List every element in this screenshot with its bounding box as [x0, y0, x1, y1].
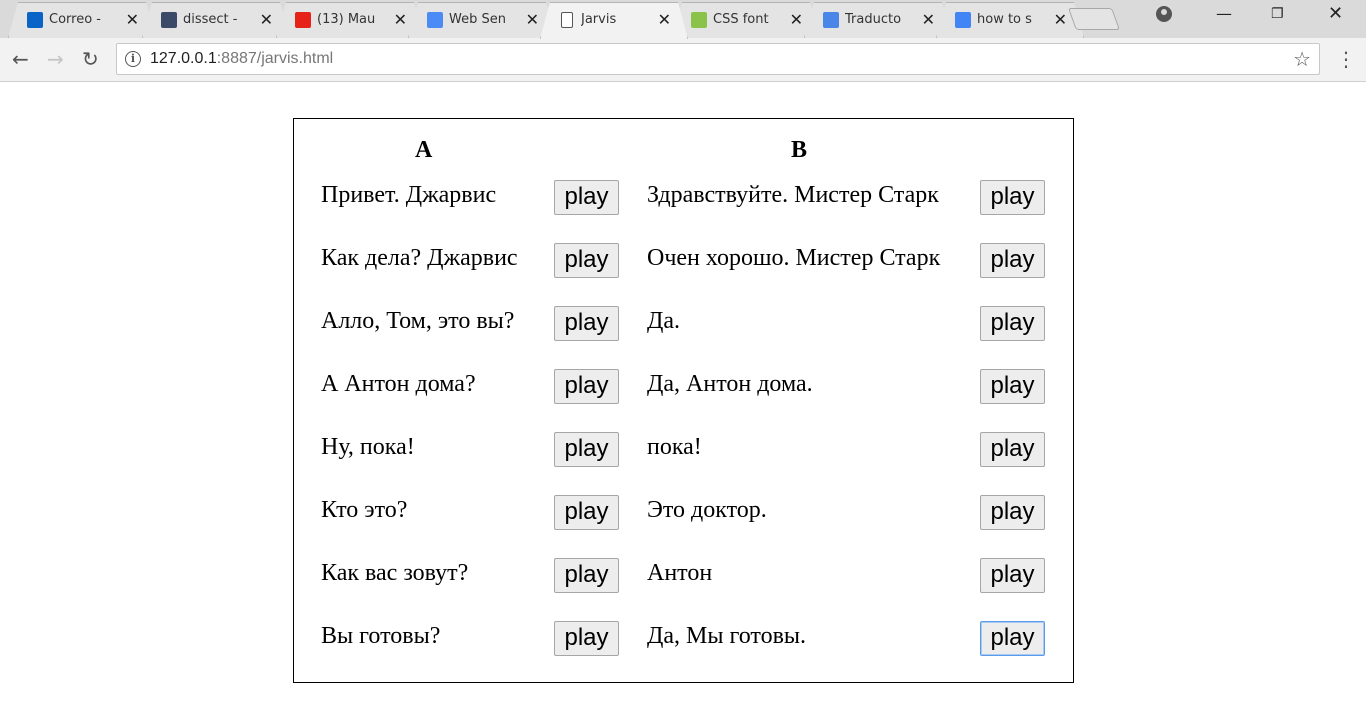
play-button-a[interactable]: play	[554, 558, 619, 593]
latex-icon	[161, 12, 177, 28]
new-tab-button[interactable]	[1067, 8, 1121, 30]
phrase-a: А Антон дома?	[321, 371, 476, 397]
restore-icon[interactable]: ❐	[1271, 6, 1284, 22]
browser-tab[interactable]: Correo - ✕	[8, 2, 156, 38]
url-host: 127.0.0.1	[150, 50, 217, 67]
tab-title: Correo -	[49, 12, 101, 27]
forward-icon[interactable]: →	[47, 47, 64, 71]
google-icon	[955, 12, 971, 28]
play-button-b[interactable]: play	[980, 495, 1045, 530]
tab-title: Traducto	[845, 12, 902, 27]
play-button-b[interactable]: play	[980, 180, 1045, 215]
google-translate-icon	[823, 12, 839, 28]
tab-title: CSS font	[713, 12, 769, 27]
play-button-a[interactable]: play	[554, 621, 619, 656]
tab-title: Jarvis	[581, 12, 617, 27]
phrase-b: Да, Мы готовы.	[647, 623, 807, 649]
play-button-a[interactable]: play	[554, 369, 619, 404]
tab-title: Web Sen	[449, 12, 506, 27]
phrase-b: Очен хорошо. Мистер Старк	[647, 245, 941, 271]
w3schools-icon	[691, 12, 707, 28]
browser-tab[interactable]: Web Sen ✕	[408, 2, 556, 38]
tab-close-icon[interactable]: ✕	[260, 10, 273, 29]
dialogue-panel: A B Привет. Джарвис play Здравствуйте. Мис…	[293, 118, 1074, 683]
tab-strip: Correo - ✕ dissect - ✕ (13) Mau ✕ Web Sen ✕ Jarv…	[0, 0, 1366, 38]
phrase-a: Привет. Джарвис	[321, 182, 497, 208]
profile-icon[interactable]	[1156, 6, 1172, 22]
bookmark-star-icon[interactable]: ☆	[1293, 47, 1311, 71]
tab-title: how to s	[977, 12, 1032, 27]
tab-close-icon[interactable]: ✕	[790, 10, 803, 29]
play-button-b[interactable]: play	[980, 243, 1045, 278]
play-button-b[interactable]: play	[980, 621, 1045, 656]
close-window-icon[interactable]: ✕	[1328, 3, 1343, 24]
phrase-b: Да.	[647, 308, 681, 334]
play-button-a[interactable]: play	[554, 180, 619, 215]
phrase-a: Вы готовы?	[321, 623, 441, 649]
more-menu-icon[interactable]: ⋮	[1336, 47, 1356, 71]
browser-tab[interactable]: how to s ✕	[936, 2, 1084, 38]
browser-tab[interactable]: CSS font ✕	[672, 2, 820, 38]
play-button-b[interactable]: play	[980, 558, 1045, 593]
outlook-icon	[27, 12, 43, 28]
play-button-b[interactable]: play	[980, 369, 1045, 404]
phrase-a: Кто это?	[321, 497, 408, 523]
phrase-b: Это доктор.	[647, 497, 767, 523]
column-header-b: B	[791, 137, 808, 163]
phrase-b: Да, Антон дома.	[647, 371, 813, 397]
chrome-web-store-icon	[427, 12, 443, 28]
play-button-a[interactable]: play	[554, 306, 619, 341]
tab-title: (13) Mau	[317, 12, 376, 27]
phrase-a: Как вас зовут?	[321, 560, 469, 586]
browser-tab[interactable]: Jarvis ✕	[540, 2, 688, 39]
play-button-b[interactable]: play	[980, 306, 1045, 341]
phrase-a: Алло, Том, это вы?	[321, 308, 515, 334]
url-path: :8887/jarvis.html	[216, 50, 334, 67]
play-button-a[interactable]: play	[554, 243, 619, 278]
reload-icon[interactable]: ↻	[82, 47, 99, 71]
youtube-icon	[295, 12, 311, 28]
phrase-a: Как дела? Джарвис	[321, 245, 518, 271]
browser-tab[interactable]: (13) Mau ✕	[276, 2, 424, 38]
play-button-b[interactable]: play	[980, 432, 1045, 467]
phrase-b: пока!	[647, 434, 702, 460]
browser-tab[interactable]: dissect - ✕	[142, 2, 290, 38]
minimize-icon[interactable]: —	[1216, 4, 1232, 23]
info-icon[interactable]: i	[125, 51, 141, 67]
tab-close-icon[interactable]: ✕	[526, 10, 539, 29]
tab-close-icon[interactable]: ✕	[658, 10, 671, 29]
address-bar[interactable]: i 127.0.0.1:8887/jarvis.html ☆	[116, 43, 1320, 75]
tab-close-icon[interactable]: ✕	[1054, 10, 1067, 29]
play-button-a[interactable]: play	[554, 432, 619, 467]
page-icon	[561, 12, 573, 28]
phrase-a: Ну, пока!	[321, 434, 415, 460]
column-header-a: A	[415, 137, 433, 163]
url-text: 127.0.0.1:8887/jarvis.html	[150, 50, 333, 68]
tab-close-icon[interactable]: ✕	[922, 10, 935, 29]
page-content: A B Привет. Джарвис play Здравствуйте. Мис…	[0, 83, 1366, 718]
tab-title: dissect -	[183, 12, 238, 27]
browser-toolbar: ← → ↻ i 127.0.0.1:8887/jarvis.html ☆ ⋮	[0, 38, 1366, 82]
browser-tab[interactable]: Traducto ✕	[804, 2, 952, 38]
back-icon[interactable]: ←	[12, 47, 29, 71]
play-button-a[interactable]: play	[554, 495, 619, 530]
phrase-b: Здравствуйте. Мистер Старк	[647, 182, 939, 208]
tab-close-icon[interactable]: ✕	[126, 10, 139, 29]
tab-close-icon[interactable]: ✕	[394, 10, 407, 29]
phrase-b: Антон	[647, 560, 713, 586]
